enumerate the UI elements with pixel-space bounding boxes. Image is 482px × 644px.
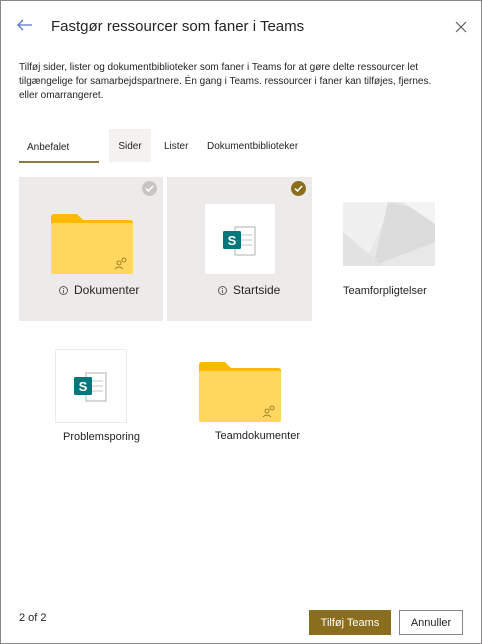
- check-icon[interactable]: [142, 181, 157, 196]
- pin-resources-panel: Fastgør ressourcer som faner i Teams Til…: [0, 0, 482, 644]
- tile-label-text: Problemsporing: [63, 431, 141, 443]
- tab-label: Sider: [118, 141, 142, 152]
- folder-icon: [51, 214, 133, 274]
- cancel-button[interactable]: Annuller: [399, 610, 463, 635]
- info-icon[interactable]: [218, 285, 227, 295]
- tile-label-text: Dokumenter: [74, 283, 140, 297]
- check-icon[interactable]: [291, 181, 306, 196]
- page-count: 2 of 2: [19, 612, 47, 624]
- tile-label: Startside: [218, 283, 280, 297]
- close-icon: [455, 21, 467, 33]
- svg-text:S: S: [228, 233, 237, 248]
- description: Tilføj sider, lister og dokumentbibliote…: [19, 61, 459, 103]
- active-tab-underline: [19, 161, 99, 163]
- sharepoint-icon: S: [223, 226, 256, 256]
- tab-lister[interactable]: Lister: [164, 141, 188, 152]
- tile-startside[interactable]: S Startside: [167, 177, 312, 321]
- tile-label: Dokumenter: [59, 283, 139, 297]
- tile-teamdokumenter[interactable]: Teamdokumenter: [167, 331, 312, 455]
- description-line: eller omarrangeret.: [19, 90, 104, 101]
- tab-label: Anbefalet: [27, 142, 70, 153]
- tile-dokumenter[interactable]: Dokumenter: [19, 177, 163, 321]
- tile-label-text: Startside: [233, 283, 281, 297]
- add-to-teams-button[interactable]: Tilføj Teams: [309, 610, 391, 635]
- description-line: Tilføj sider, lister og dokumentbibliote…: [19, 62, 419, 73]
- tab-dokumentbiblioteker[interactable]: Dokumentbiblioteker: [207, 141, 298, 152]
- close-button[interactable]: [452, 18, 470, 36]
- page-thumbnail: S: [204, 203, 276, 275]
- teamforpligtelser-thumbnail: [343, 202, 435, 266]
- page-thumbnail: S: [55, 349, 127, 423]
- tab-sider[interactable]: Sider: [109, 129, 151, 162]
- back-button[interactable]: [15, 17, 35, 37]
- sharepoint-icon: S: [74, 372, 107, 402]
- tile-label-text: Teamdokumenter: [215, 430, 300, 442]
- panel-title: Fastgør ressourcer som faner i Teams: [51, 18, 305, 35]
- tab-anbefalet[interactable]: Anbefalet: [19, 137, 99, 163]
- description-line: tilgængelige for samarbejdspartnere. Én …: [19, 76, 432, 87]
- arrow-left-icon: [17, 19, 32, 31]
- tile-problemsporing[interactable]: S Problemsporing: [19, 331, 163, 455]
- tile-label-text: Teamforpligtelser: [343, 285, 427, 297]
- tile-teamforpligtelser[interactable]: Teamforpligtelser: [316, 177, 461, 321]
- folder-icon: [199, 362, 281, 422]
- svg-text:S: S: [79, 379, 88, 394]
- info-icon[interactable]: [59, 285, 68, 295]
